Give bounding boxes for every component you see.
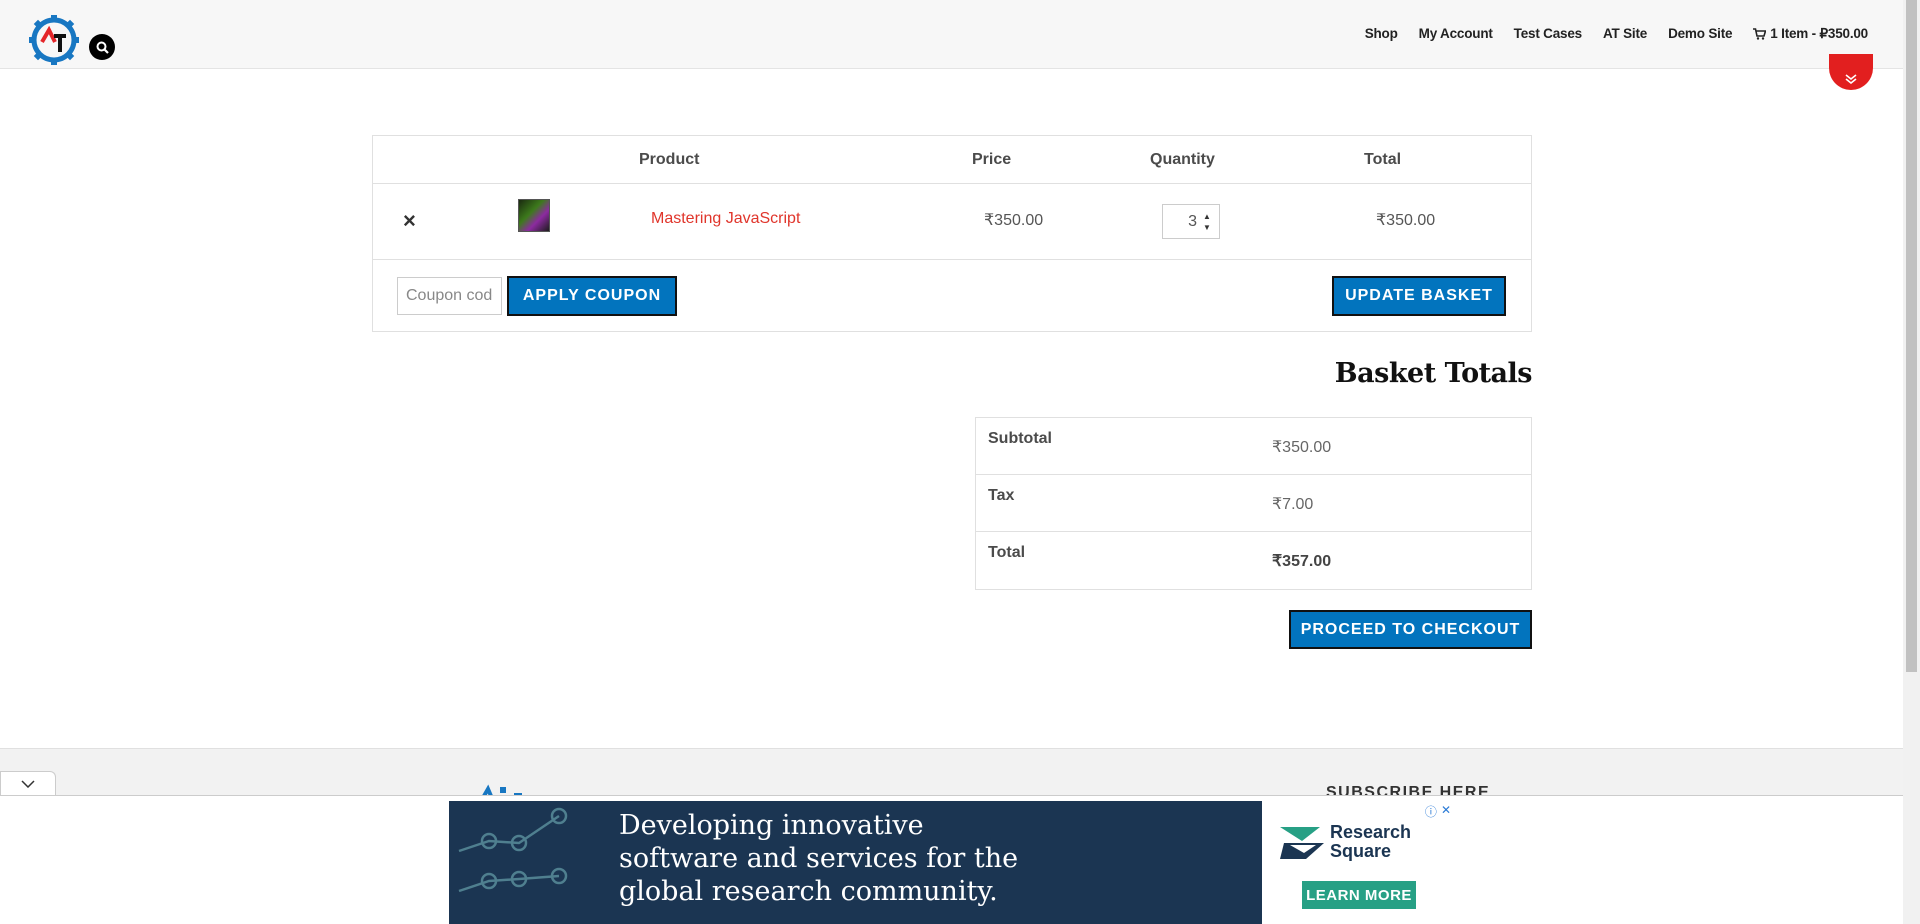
column-price: Price [972, 151, 1012, 168]
nav-at-site[interactable]: AT Site [1603, 26, 1647, 42]
cart-summary: 1 Item - ₽350.00 [1770, 26, 1868, 41]
apply-coupon-button[interactable]: APPLY COUPON [507, 276, 677, 316]
ad-choices: ⓘ ✕ [1425, 803, 1451, 820]
ad-headline-line: software and services for the [619, 843, 1019, 874]
page-scrollbar[interactable] [1903, 0, 1920, 924]
tax-label: Tax [988, 487, 1015, 504]
total-row: Total ₹357.00 [976, 532, 1531, 589]
advertisement[interactable]: Developing innovative software and servi… [449, 801, 1455, 924]
chevron-down-icon [21, 779, 35, 788]
coupon-code-input[interactable] [397, 277, 502, 315]
scroll-toggle-button[interactable] [1829, 54, 1873, 90]
nav-shop[interactable]: Shop [1365, 26, 1398, 42]
update-basket-button[interactable]: UPDATE BASKET [1332, 276, 1506, 316]
ad-collapse-tab[interactable] [0, 771, 56, 795]
ad-headline: Developing innovative software and servi… [619, 809, 1018, 908]
product-thumbnail[interactable] [518, 199, 550, 232]
basket-totals-heading: Basket Totals [1334, 358, 1533, 389]
cart-actions-row: APPLY COUPON UPDATE BASKET [373, 260, 1531, 331]
cart-table: Product Price Quantity Total × Mastering… [372, 135, 1532, 332]
total-value: ₹357.00 [1272, 553, 1332, 570]
research-square-logo-icon [1280, 827, 1324, 859]
cart-item-row: × Mastering JavaScript ₹350.00 3 ▲ ▼ ₹35… [373, 184, 1531, 260]
ad-creative[interactable]: Developing innovative software and servi… [449, 801, 1262, 924]
nav-test-cases[interactable]: Test Cases [1514, 26, 1582, 42]
column-product: Product [639, 151, 700, 168]
total-label: Total [988, 544, 1026, 561]
ad-info-icon[interactable]: ⓘ [1425, 803, 1437, 820]
nav-demo-site[interactable]: Demo Site [1668, 26, 1732, 42]
cart-icon [1753, 28, 1767, 40]
ad-brand-panel[interactable]: Research Square LEARN MORE ⓘ ✕ [1262, 801, 1455, 924]
ad-headline-line: Developing innovative [619, 810, 924, 841]
subtotal-value: ₹350.00 [1272, 439, 1332, 456]
basket-totals-table: Subtotal ₹350.00 Tax ₹7.00 Total ₹357.00 [975, 417, 1532, 590]
remove-item-button[interactable]: × [403, 208, 416, 234]
ad-chart-graphic [458, 807, 568, 893]
search-button[interactable] [89, 34, 115, 60]
item-total: ₹350.00 [1376, 212, 1436, 229]
double-chevron-down-icon [1845, 74, 1857, 84]
scrollbar-thumb[interactable] [1906, 0, 1917, 672]
proceed-to-checkout-button[interactable]: PROCEED TO CHECKOUT [1289, 610, 1532, 649]
ad-close-icon[interactable]: ✕ [1441, 803, 1451, 820]
tax-row: Tax ₹7.00 [976, 475, 1531, 532]
quantity-spinner[interactable]: ▲ ▼ [1201, 211, 1213, 233]
search-icon [96, 41, 109, 54]
ad-learn-more-button[interactable]: LEARN MORE [1302, 881, 1416, 909]
subtotal-row: Subtotal ₹350.00 [976, 418, 1531, 475]
spin-down-icon[interactable]: ▼ [1201, 222, 1213, 233]
quantity-stepper[interactable]: 3 ▲ ▼ [1162, 204, 1220, 239]
product-name-link[interactable]: Mastering JavaScript [651, 210, 800, 228]
nav-cart[interactable]: 1 Item - ₽350.00 [1753, 26, 1868, 42]
site-logo[interactable] [28, 14, 80, 66]
ad-brand-line: Square [1330, 841, 1392, 861]
ad-brand-line: Research [1330, 822, 1412, 842]
subtotal-label: Subtotal [988, 430, 1052, 447]
site-header: Shop My Account Test Cases AT Site Demo … [0, 0, 1903, 69]
nav-my-account[interactable]: My Account [1419, 26, 1493, 42]
column-quantity: Quantity [1150, 151, 1215, 168]
ad-brand-name: Research Square [1330, 823, 1411, 861]
ad-headline-line: global research community. [619, 876, 998, 907]
spin-up-icon[interactable]: ▲ [1201, 211, 1213, 222]
item-price: ₹350.00 [984, 212, 1044, 229]
column-total: Total [1364, 151, 1402, 168]
tax-value: ₹7.00 [1272, 496, 1314, 513]
main-nav: Shop My Account Test Cases AT Site Demo … [1365, 26, 1868, 42]
quantity-value[interactable]: 3 [1188, 213, 1197, 231]
cart-table-header: Product Price Quantity Total [373, 136, 1531, 184]
